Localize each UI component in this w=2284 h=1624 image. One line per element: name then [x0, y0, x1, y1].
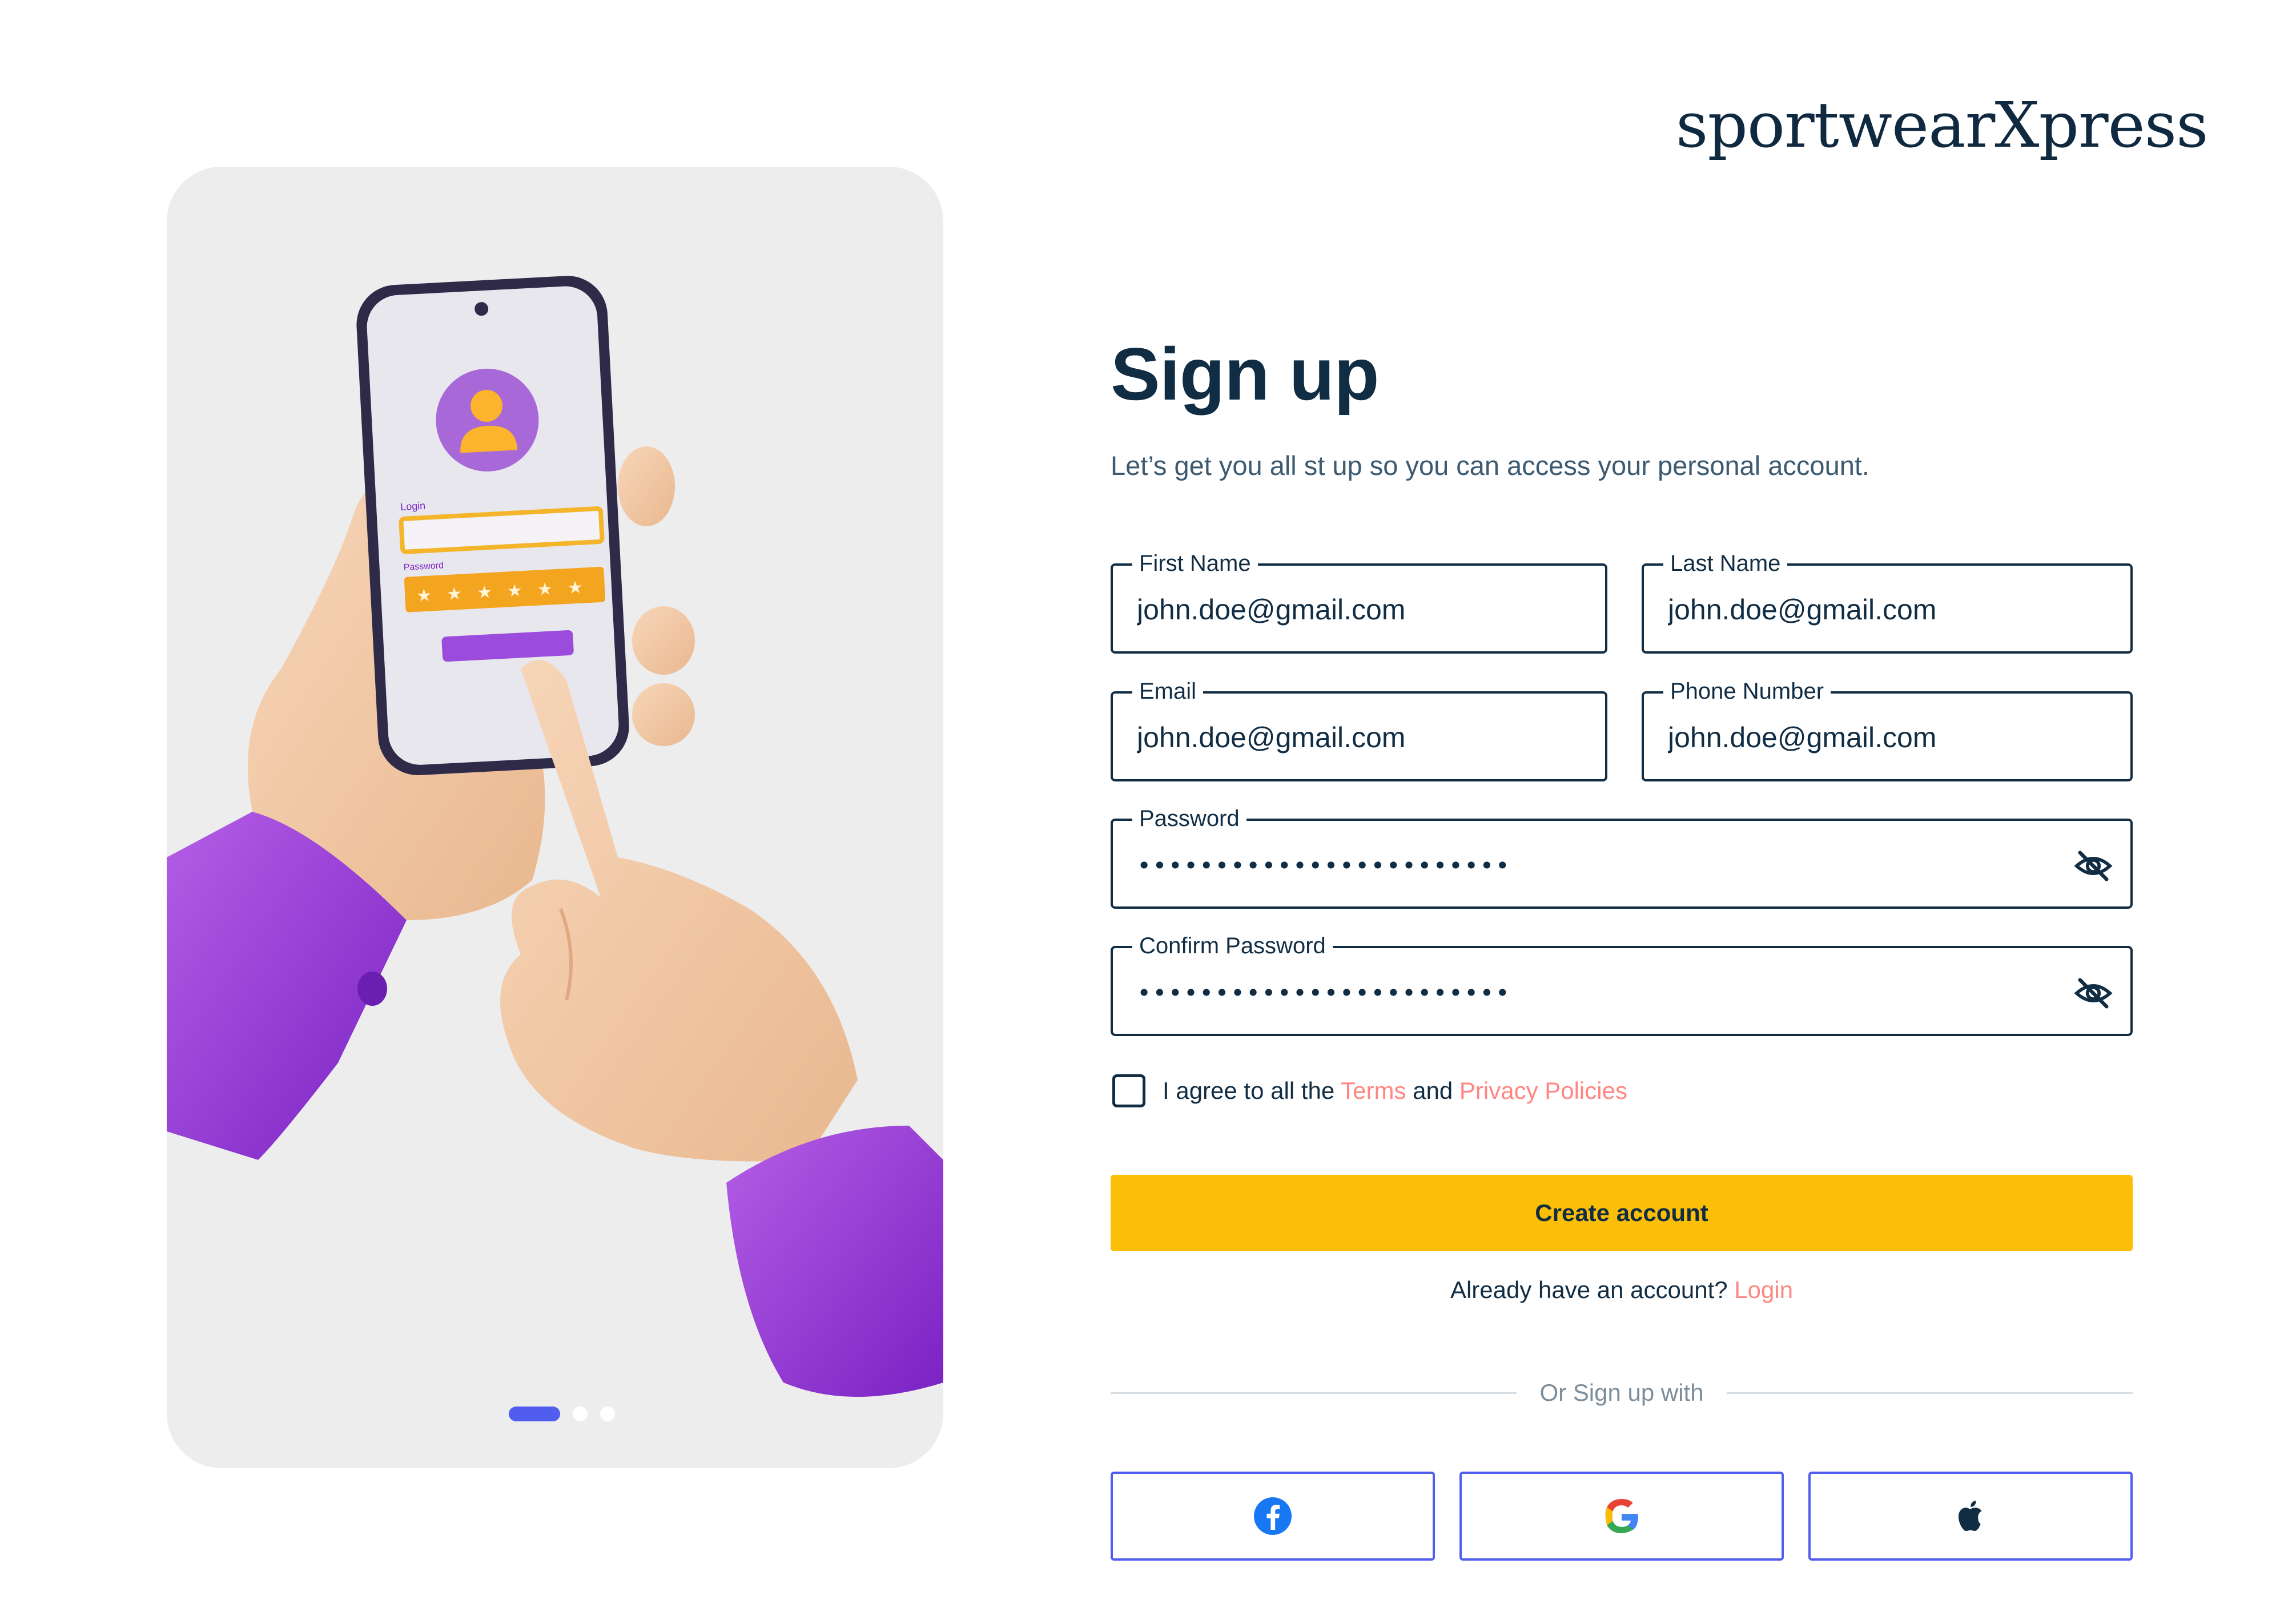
- carousel-dot-3[interactable]: [600, 1407, 615, 1421]
- terms-text: I agree to all the Terms and Privacy Pol…: [1163, 1077, 1627, 1105]
- divider-line-left: [1111, 1392, 1517, 1394]
- divider-line-right: [1726, 1392, 2133, 1394]
- facebook-icon: [1254, 1497, 1292, 1535]
- first-name-field[interactable]: First Name: [1111, 547, 1607, 654]
- first-name-label: First Name: [1132, 547, 1258, 579]
- google-signup-button[interactable]: [1459, 1472, 1784, 1561]
- confirm-password-label: Confirm Password: [1132, 930, 1333, 962]
- terms-checkbox[interactable]: [1112, 1074, 1145, 1107]
- last-name-field[interactable]: Last Name: [1642, 547, 2133, 654]
- password-label: Password: [1132, 803, 1246, 835]
- svg-text:★: ★: [537, 579, 553, 599]
- phone-login-label: Login: [400, 500, 426, 513]
- terms-agreement: I agree to all the Terms and Privacy Pol…: [1112, 1074, 1627, 1107]
- last-name-label: Last Name: [1663, 547, 1788, 579]
- google-icon: [1605, 1498, 1638, 1533]
- carousel-dot-2[interactable]: [573, 1407, 588, 1421]
- email-label: Email: [1132, 675, 1204, 707]
- brand-logo: sportwearXpress: [1676, 88, 2209, 162]
- eye-off-icon[interactable]: [2073, 973, 2113, 1013]
- svg-text:★: ★: [567, 578, 584, 598]
- confirm-password-input[interactable]: ••••••••••••••••••••••••: [1137, 973, 1511, 1013]
- facebook-signup-button[interactable]: [1111, 1472, 1435, 1561]
- email-field[interactable]: Email: [1111, 675, 1607, 781]
- first-name-input[interactable]: [1137, 590, 1571, 630]
- carousel-dot-1[interactable]: [509, 1407, 560, 1421]
- carousel-indicator[interactable]: [167, 1407, 943, 1421]
- svg-text:★: ★: [476, 582, 493, 603]
- password-field[interactable]: Password ••••••••••••••••••••••••: [1111, 803, 2133, 909]
- eye-off-icon[interactable]: [2073, 846, 2113, 886]
- apple-signup-button[interactable]: [1808, 1472, 2133, 1561]
- svg-text:★: ★: [446, 584, 463, 605]
- create-account-button[interactable]: Create account: [1111, 1175, 2133, 1251]
- login-prompt: Already have an account? Login: [1111, 1276, 2133, 1304]
- email-input[interactable]: [1137, 718, 1571, 757]
- divider-text: Or Sign up with: [1539, 1379, 1704, 1406]
- login-prompt-text: Already have an account?: [1450, 1276, 1735, 1303]
- last-name-input[interactable]: [1668, 590, 2102, 630]
- phone-number-input[interactable]: [1668, 718, 2102, 757]
- password-input[interactable]: ••••••••••••••••••••••••: [1137, 846, 1511, 886]
- social-divider: Or Sign up with: [1111, 1376, 2133, 1410]
- privacy-policies-link[interactable]: Privacy Policies: [1459, 1077, 1627, 1104]
- apple-icon: [1958, 1501, 1982, 1532]
- page-subtitle: Let’s get you all st up so you can acces…: [1111, 450, 1869, 481]
- hero-panel: Login Password ★ ★ ★ ★ ★ ★: [167, 167, 943, 1468]
- terms-link[interactable]: Terms: [1341, 1077, 1406, 1104]
- svg-text:★: ★: [416, 585, 432, 606]
- confirm-password-field[interactable]: Confirm Password •••••••••••••••••••••••…: [1111, 930, 2133, 1036]
- phone-number-field[interactable]: Phone Number: [1642, 675, 2133, 781]
- terms-prefix: I agree to all the: [1163, 1077, 1341, 1104]
- phone-number-label: Phone Number: [1663, 675, 1831, 707]
- page-title: Sign up: [1111, 332, 1380, 416]
- terms-and: and: [1406, 1077, 1459, 1104]
- svg-text:★: ★: [506, 581, 523, 601]
- phone-hands-illustration: Login Password ★ ★ ★ ★ ★ ★: [167, 276, 943, 1397]
- login-link[interactable]: Login: [1734, 1276, 1793, 1303]
